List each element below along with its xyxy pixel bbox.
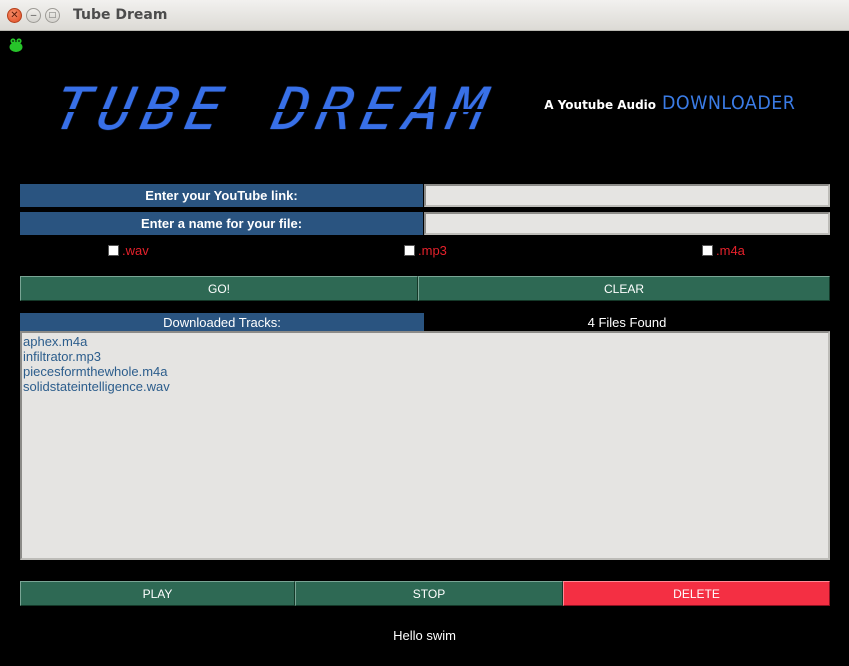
- status-message: Hello swim: [393, 628, 456, 643]
- clear-button[interactable]: CLEAR: [418, 276, 830, 301]
- frog-icon: [9, 38, 23, 52]
- filename-input[interactable]: [424, 212, 830, 235]
- tracks-list[interactable]: aphex.m4a infiltrator.mp3 piecesformthew…: [20, 331, 830, 560]
- checkbox-m4a[interactable]: .m4a: [702, 243, 745, 258]
- stop-button[interactable]: STOP: [295, 581, 563, 606]
- filename-label: Enter a name for your file:: [20, 212, 423, 235]
- delete-button[interactable]: DELETE: [563, 581, 830, 606]
- minimize-window-button[interactable]: –: [26, 8, 41, 23]
- checkbox-wav-label: .wav: [122, 243, 149, 258]
- tagline-small: A Youtube Audio: [544, 98, 657, 112]
- tagline-big: DOWNLOADER: [662, 92, 796, 114]
- play-button[interactable]: PLAY: [20, 581, 295, 606]
- close-window-button[interactable]: ✕: [7, 8, 22, 23]
- close-icon: ✕: [10, 9, 19, 21]
- window-title: Tube Dream: [73, 7, 168, 23]
- list-item[interactable]: solidstateintelligence.wav: [23, 379, 827, 394]
- app-logo: TUBE DREAM: [47, 75, 502, 143]
- downloaded-tracks-label: Downloaded Tracks:: [20, 313, 424, 331]
- checkbox-wav[interactable]: .wav: [108, 243, 149, 258]
- checkbox-mp3-box[interactable]: [404, 245, 415, 256]
- link-label: Enter your YouTube link:: [20, 184, 423, 207]
- title-bar: ✕ – □ Tube Dream: [0, 0, 849, 31]
- checkbox-m4a-label: .m4a: [716, 243, 745, 258]
- minimize-icon: –: [30, 9, 37, 21]
- list-item[interactable]: piecesformthewhole.m4a: [23, 364, 827, 379]
- checkbox-mp3[interactable]: .mp3: [404, 243, 447, 258]
- files-found-count: 4 Files Found: [587, 314, 667, 330]
- checkbox-m4a-box[interactable]: [702, 245, 713, 256]
- go-button[interactable]: GO!: [20, 276, 418, 301]
- checkbox-mp3-label: .mp3: [418, 243, 447, 258]
- list-item[interactable]: infiltrator.mp3: [23, 349, 827, 364]
- list-item[interactable]: aphex.m4a: [23, 334, 827, 349]
- tagline: A Youtube Audio DOWNLOADER: [544, 92, 807, 114]
- maximize-window-button[interactable]: □: [45, 8, 60, 23]
- link-input[interactable]: [424, 184, 830, 207]
- maximize-icon: □: [49, 9, 56, 21]
- checkbox-wav-box[interactable]: [108, 245, 119, 256]
